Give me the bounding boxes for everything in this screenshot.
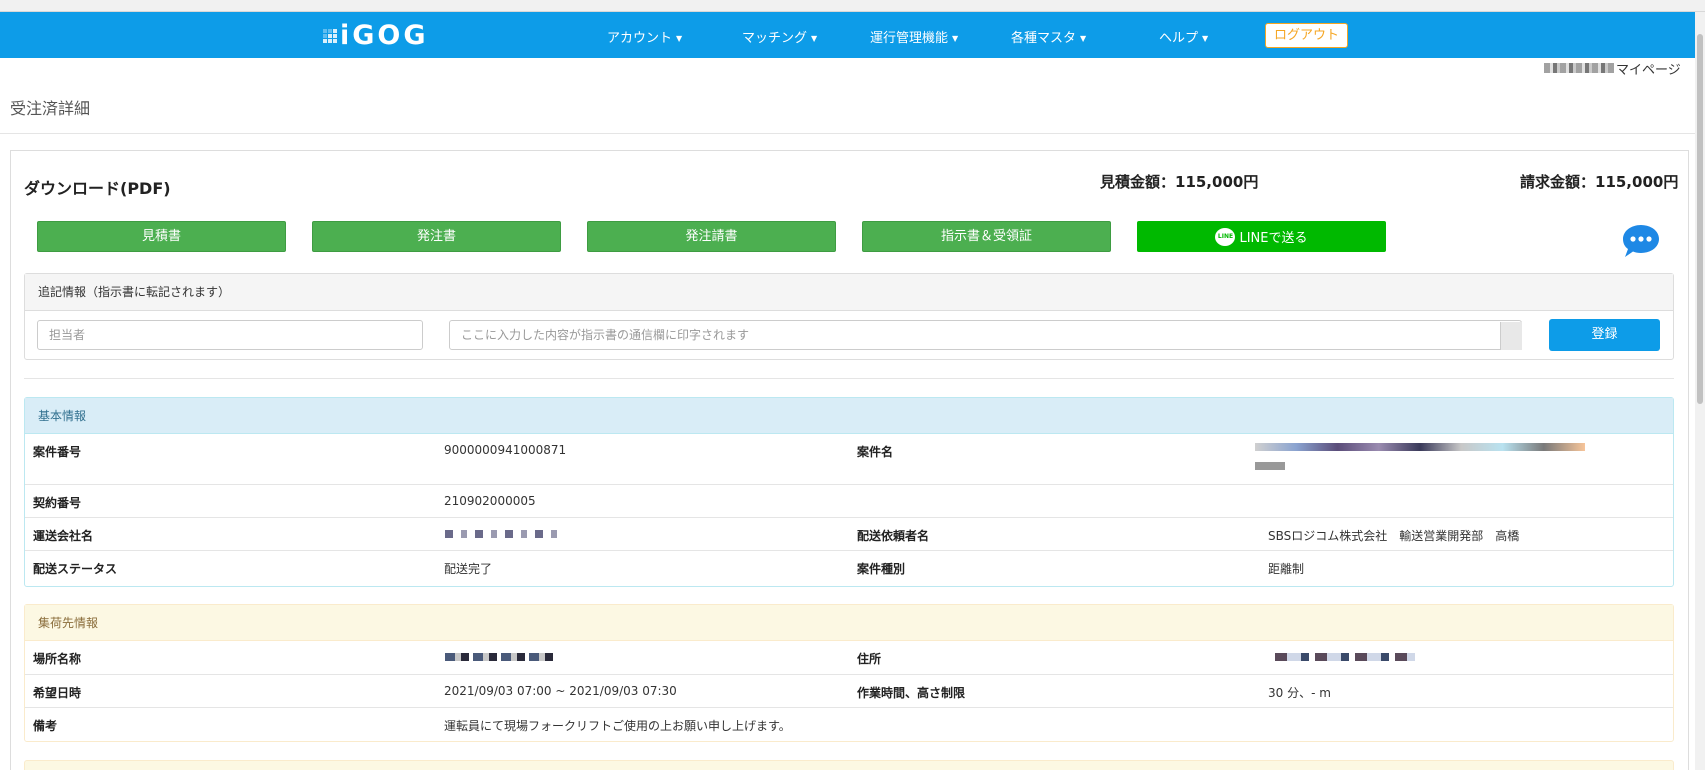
basic-info-panel: 基本情報 案件番号 9000000941000871 案件名 契約番号 2109… [24,397,1674,587]
memo-heading: 追記情報（指示書に転記されます） [25,274,1673,311]
label-work-time-height: 作業時間、高さ制限 [857,686,966,700]
label-case-name: 案件名 [857,445,894,459]
title-divider [0,133,1695,134]
redacted-case-name [1255,443,1585,451]
browser-top-gap [0,0,1705,12]
nav-operation-label: 運行管理機能 [870,31,949,46]
next-section-panel [24,760,1674,770]
label-address: 住所 [857,652,882,666]
value-desired-datetime: 2021/09/03 07:00 ~ 2021/09/03 07:30 [444,684,677,698]
page-scrollbar[interactable] [1695,12,1705,770]
nav-matching-label: マッチング [742,31,808,46]
caret-down-icon: ▼ [952,34,959,43]
download-estimate-button[interactable]: 見積書 [37,221,286,252]
pickup-info-heading: 集荷先情報 [25,605,1673,641]
label-carrier-name: 運送会社名 [33,529,94,543]
value-case-type: 距離制 [1268,562,1305,576]
caret-down-icon: ▼ [811,34,818,43]
nav-matching[interactable]: マッチング ▼ [742,27,817,46]
redacted-address [1275,653,1415,661]
section-divider [24,378,1674,379]
logo[interactable]: iGOG [323,20,429,51]
caret-down-icon: ▼ [1202,34,1209,43]
person-in-charge-input[interactable] [37,320,423,350]
send-line-label: LINEで送る [1239,231,1308,246]
value-requester-name: SBSロジコム株式会社 輸送営業開発部 高橋 [1268,529,1520,543]
table-row: 場所名称 住所 [25,641,1673,675]
nav-account[interactable]: アカウント ▼ [607,27,682,46]
label-place-name: 場所名称 [33,652,82,666]
logout-button[interactable]: ログアウト [1265,23,1348,48]
table-row: 運送会社名 配送依頼者名 SBSロジコム株式会社 輸送営業開発部 高橋 [25,518,1673,551]
label-requester-name: 配送依頼者名 [857,529,930,543]
value-delivery-status: 配送完了 [444,562,493,576]
textarea-resize-handle[interactable] [1500,322,1522,350]
value-work-time-height: 30 分、- m [1268,686,1331,700]
table-row: 案件番号 9000000941000871 案件名 [25,434,1673,485]
logo-mark-icon [323,29,337,43]
send-line-button[interactable]: LINE LINEで送る [1137,221,1386,252]
label-case-type: 案件種別 [857,562,906,576]
instruction-note-textarea[interactable] [449,320,1522,350]
table-row: 備考 運転員にて現場フォークリフトご使用の上お願い申し上げます。 [25,708,1673,741]
download-title: ダウンロード(PDF) [24,179,171,198]
label-contract-number: 契約番号 [33,496,82,510]
value-case-number: 9000000941000871 [444,443,567,457]
label-delivery-status: 配送ステータス [33,562,118,576]
mypage-label: マイページ [1616,62,1681,78]
mypage-link[interactable]: マイページ [1544,60,1681,78]
chat-bubble-icon[interactable] [1621,223,1661,259]
redacted-case-name [1255,462,1285,470]
label-desired-datetime: 希望日時 [33,686,82,700]
redacted-place-name [445,653,553,661]
logo-text: iGOG [340,20,429,51]
basic-info-heading: 基本情報 [25,398,1673,434]
download-order-acceptance-button[interactable]: 発注請書 [587,221,836,252]
redacted-user-name [1544,63,1614,73]
label-remarks: 備考 [33,719,58,733]
label-case-number: 案件番号 [33,445,82,459]
scrollbar-thumb[interactable] [1697,34,1703,404]
table-row: 配送ステータス 配送完了 案件種別 距離制 [25,551,1673,584]
redacted-carrier-name [445,530,565,538]
page-title: 受注済詳細 [10,99,91,118]
invoice-amount: 請求金額：115,000円 [1520,173,1679,191]
nav-account-label: アカウント [607,31,673,46]
table-row: 希望日時 2021/09/03 07:00 ~ 2021/09/03 07:30… [25,675,1673,708]
download-order-button[interactable]: 発注書 [312,221,561,252]
value-contract-number: 210902000005 [444,494,536,508]
download-instruction-receipt-button[interactable]: 指示書＆受領証 [862,221,1111,252]
value-remarks: 運転員にて現場フォークリフトご使用の上お願い申し上げます。 [444,719,791,733]
caret-down-icon: ▼ [676,34,683,43]
nav-help[interactable]: ヘルプ ▼ [1159,27,1208,46]
pickup-info-panel: 集荷先情報 場所名称 住所 希望日時 2021/09/03 07:00 ~ 20… [24,604,1674,742]
line-icon: LINE [1215,227,1236,246]
caret-down-icon: ▼ [1080,34,1087,43]
nav-operation[interactable]: 運行管理機能 ▼ [870,27,958,46]
nav-master-label: 各種マスタ [1011,31,1077,46]
top-navbar: iGOG アカウント ▼ マッチング ▼ 運行管理機能 ▼ 各種マスタ ▼ ヘルプ ▼ ロ… [0,12,1705,58]
register-button[interactable]: 登録 [1549,319,1660,351]
table-row: 契約番号 210902000005 [25,485,1673,518]
estimate-amount: 見積金額：115,000円 [1100,173,1259,191]
nav-master[interactable]: 各種マスタ ▼ [1011,27,1086,46]
nav-help-label: ヘルプ [1159,31,1199,46]
